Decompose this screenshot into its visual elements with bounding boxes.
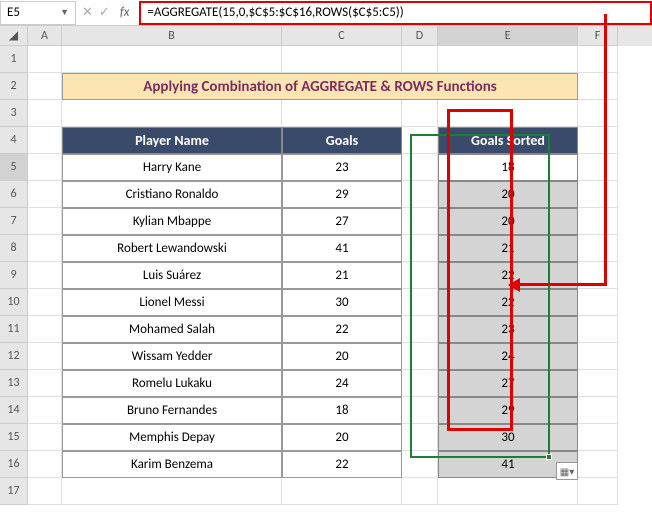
row-header[interactable]: 8 <box>0 235 28 262</box>
name-box-value: E5 <box>7 5 20 20</box>
row-header[interactable]: 12 <box>0 343 28 370</box>
sorted-cell[interactable]: 23 <box>438 316 578 343</box>
sorted-cell[interactable]: 29 <box>438 397 578 424</box>
sorted-cell[interactable]: 22 <box>438 289 578 316</box>
row-header[interactable]: 11 <box>0 316 28 343</box>
player-cell[interactable]: Robert Lewandowski <box>62 235 282 262</box>
formula-text: =AGGREGATE(15,0,$C$5:$C$16,ROWS($C$5:C5)… <box>147 5 403 20</box>
goals-cell[interactable]: 20 <box>282 424 402 451</box>
formula-bar-row: E5 ▼ ✕ ✓ fx =AGGREGATE(15,0,$C$5:$C$16,R… <box>0 0 652 26</box>
goals-cell[interactable]: 20 <box>282 343 402 370</box>
row-header[interactable]: 14 <box>0 397 28 424</box>
row-header[interactable]: 4 <box>0 127 28 154</box>
header-sorted: Goals Sorted <box>438 127 578 154</box>
player-cell[interactable]: Kylian Mbappe <box>62 208 282 235</box>
sorted-cell[interactable]: 18 <box>438 154 578 181</box>
player-cell[interactable]: Wissam Yedder <box>62 343 282 370</box>
select-all-corner[interactable]: ◢ <box>0 26 28 46</box>
player-cell[interactable]: Mohamed Salah <box>62 316 282 343</box>
row-header[interactable]: 9 <box>0 262 28 289</box>
chevron-down-icon[interactable]: ▼ <box>60 7 69 18</box>
cell-grid[interactable]: Applying Combination of AGGREGATE & ROWS… <box>28 46 652 505</box>
row-header[interactable]: 17 <box>0 478 28 505</box>
row-header[interactable]: 2 <box>0 73 28 100</box>
header-goals: Goals <box>282 127 402 154</box>
goals-cell[interactable]: 22 <box>282 316 402 343</box>
col-header[interactable]: A <box>28 26 62 46</box>
row-header[interactable]: 16 <box>0 451 28 478</box>
goals-cell[interactable]: 27 <box>282 208 402 235</box>
player-cell[interactable]: Lionel Messi <box>62 289 282 316</box>
sorted-cell[interactable]: 20 <box>438 181 578 208</box>
header-player: Player Name <box>62 127 282 154</box>
row-header[interactable]: 3 <box>0 100 28 127</box>
col-header[interactable]: F <box>578 26 618 46</box>
column-headers: ◢ A B C D E F <box>0 26 652 46</box>
player-cell[interactable]: Bruno Fernandes <box>62 397 282 424</box>
player-cell[interactable]: Karim Benzema <box>62 451 282 478</box>
fx-icon[interactable]: fx <box>120 5 130 20</box>
goals-cell[interactable]: 29 <box>282 181 402 208</box>
row-headers: 1 2 3 4 5 6 7 8 9 10 11 12 13 14 15 16 1… <box>0 46 28 505</box>
cancel-icon[interactable]: ✕ <box>82 5 93 20</box>
row-header[interactable]: 1 <box>0 46 28 73</box>
sorted-cell[interactable]: 22 <box>438 262 578 289</box>
accept-icon[interactable]: ✓ <box>99 5 110 20</box>
row-header[interactable]: 13 <box>0 370 28 397</box>
sorted-cell[interactable]: 30 <box>438 424 578 451</box>
col-header[interactable]: C <box>282 26 402 46</box>
player-cell[interactable]: Luis Suárez <box>62 262 282 289</box>
player-cell[interactable]: Memphis Depay <box>62 424 282 451</box>
name-box[interactable]: E5 ▼ <box>0 1 76 25</box>
player-cell[interactable]: Romelu Lukaku <box>62 370 282 397</box>
formula-controls: ✕ ✓ fx <box>76 5 139 20</box>
goals-cell[interactable]: 18 <box>282 397 402 424</box>
formula-bar-input[interactable]: =AGGREGATE(15,0,$C$5:$C$16,ROWS($C$5:C5)… <box>139 1 652 25</box>
col-header[interactable]: B <box>62 26 282 46</box>
row-header[interactable]: 5 <box>0 154 28 181</box>
row-header[interactable]: 7 <box>0 208 28 235</box>
player-cell[interactable]: Harry Kane <box>62 154 282 181</box>
goals-cell[interactable]: 24 <box>282 370 402 397</box>
sheet-title: Applying Combination of AGGREGATE & ROWS… <box>62 73 578 100</box>
col-header[interactable]: E <box>438 26 578 46</box>
goals-cell[interactable]: 22 <box>282 451 402 478</box>
worksheet-area: ◢ A B C D E F 1 2 3 4 5 6 7 8 9 10 11 12… <box>0 26 652 505</box>
row-header[interactable]: 6 <box>0 181 28 208</box>
goals-cell[interactable]: 21 <box>282 262 402 289</box>
row-header[interactable]: 10 <box>0 289 28 316</box>
goals-cell[interactable]: 41 <box>282 235 402 262</box>
sorted-cell[interactable]: 27 <box>438 370 578 397</box>
row-header[interactable]: 15 <box>0 424 28 451</box>
goals-cell[interactable]: 23 <box>282 154 402 181</box>
sorted-cell[interactable]: 20 <box>438 208 578 235</box>
autofill-options-button[interactable]: ▦▾ <box>556 462 578 480</box>
player-cell[interactable]: Cristiano Ronaldo <box>62 181 282 208</box>
sorted-cell[interactable]: 21 <box>438 235 578 262</box>
goals-cell[interactable]: 30 <box>282 289 402 316</box>
col-header[interactable]: D <box>402 26 438 46</box>
sorted-cell[interactable]: 24 <box>438 343 578 370</box>
